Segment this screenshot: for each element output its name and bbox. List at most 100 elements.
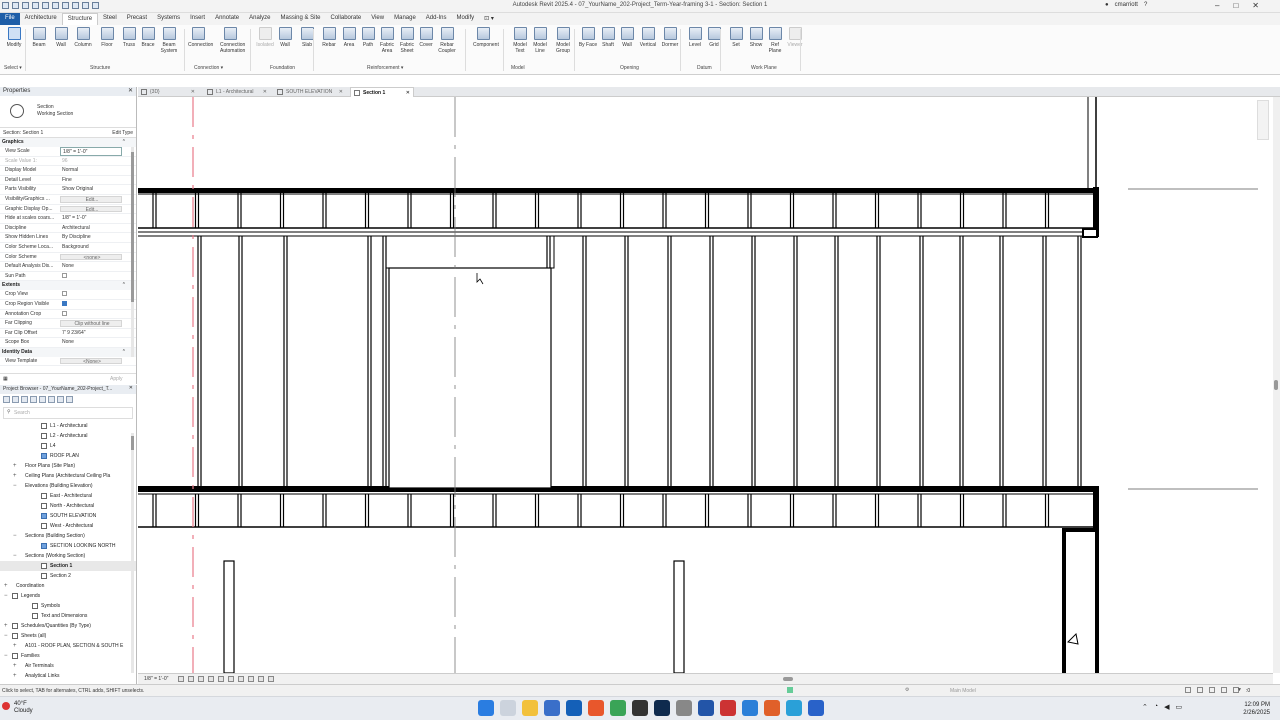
select-face-icon[interactable] (1221, 687, 1227, 693)
settings-icon[interactable] (676, 700, 692, 716)
property-value[interactable]: Fine (60, 176, 122, 185)
ribbon-tool-wall[interactable]: Wall (275, 27, 295, 48)
tab-structure[interactable]: Structure (61, 13, 99, 25)
expand-icon[interactable]: + (13, 641, 17, 651)
view-tab[interactable]: Section 1 ✕ (350, 87, 414, 97)
browser-item[interactable]: Section 2 (0, 571, 136, 581)
browser-tool-icon[interactable] (66, 396, 73, 403)
tab-file[interactable]: File (0, 13, 20, 25)
property-category[interactable]: Identity Data ⌃ (0, 347, 136, 357)
weather-widget[interactable]: 40°F Cloudy (2, 701, 33, 715)
browser-item[interactable]: L4 (0, 441, 136, 451)
property-value[interactable]: None (60, 338, 122, 347)
ribbon-tool-connection-automation[interactable]: Connection Automation (220, 27, 245, 54)
property-value[interactable]: 7' 9 23/64" (60, 329, 122, 338)
app-icon[interactable] (764, 700, 780, 716)
crop-view-icon[interactable] (218, 676, 224, 682)
ribbon-panel-label[interactable]: Select ▾ (4, 65, 22, 71)
browser-item[interactable]: + Floor Plans (Site Plan) (0, 461, 136, 471)
properties-help-icon[interactable]: ▦ (3, 376, 8, 382)
view-tab[interactable]: SOUTH ELEVATION ✕ (274, 87, 346, 97)
ribbon-tool-fabric-sheet[interactable]: Fabric Sheet (397, 27, 417, 54)
expand-icon[interactable]: + (13, 471, 17, 481)
tab-annotate[interactable]: Annotate (210, 13, 244, 25)
property-value[interactable]: <none> (60, 253, 122, 261)
volume-icon[interactable]: ◀ (1164, 703, 1169, 711)
ribbon-tool-set[interactable]: Set (726, 27, 746, 48)
ribbon-tool-viewer[interactable]: Viewer (785, 27, 805, 48)
ribbon-tool-by-face[interactable]: By Face (578, 27, 598, 48)
ribbon-tool-area[interactable]: Area (339, 27, 359, 48)
expand-icon[interactable]: + (13, 661, 17, 671)
ribbon-tool-connection[interactable]: Connection (188, 27, 213, 48)
properties-scrollbar[interactable] (131, 147, 134, 357)
view-tab[interactable]: L1 - Architectural ✕ (204, 87, 270, 97)
property-value[interactable]: <None> (60, 357, 122, 365)
browser-item[interactable]: + Analytical Links (0, 671, 136, 681)
ribbon-panel-label[interactable]: Structure (90, 65, 110, 71)
tab-massing-site[interactable]: Massing & Site (275, 13, 325, 25)
filter-icon[interactable]: ▼ (1237, 687, 1242, 693)
horizontal-scroll-thumb[interactable] (783, 677, 793, 681)
browser-item[interactable]: − Sheets (all) (0, 631, 136, 641)
chevron-up-icon[interactable]: ⌃ (1142, 703, 1148, 711)
ribbon-tool-model-line[interactable]: Model Line (530, 27, 550, 54)
window-controls[interactable]: – □ ✕ (1215, 1, 1259, 10)
browser-tool-icon[interactable] (30, 396, 37, 403)
browser-item[interactable]: West - Architectural (0, 521, 136, 531)
app-icon[interactable] (742, 700, 758, 716)
instance-filter-value[interactable]: Section: Section 1 (3, 130, 43, 136)
design-options-icon[interactable]: ⚙ (905, 687, 909, 693)
browser-icon[interactable] (588, 700, 604, 716)
browser-item[interactable]: + Ceiling Plans (Architectural Ceiling Pl… (0, 471, 136, 481)
view-tab[interactable]: {3D} ✕ (138, 87, 198, 97)
temporary-hide-icon[interactable] (238, 676, 244, 682)
browser-item[interactable]: L2 - Architectural (0, 431, 136, 441)
browser-item[interactable]: Text and Dimensions (0, 611, 136, 621)
ribbon-tool-dormer[interactable]: Dormer (660, 27, 680, 48)
navigation-bar[interactable] (1257, 100, 1269, 140)
browser-item[interactable]: Section 1 (0, 561, 136, 571)
collapse-icon[interactable]: − (13, 481, 17, 491)
browser-tool-icon[interactable] (3, 396, 10, 403)
ribbon-tool-ref-plane[interactable]: Ref Plane (765, 27, 785, 54)
browser-scrollbar[interactable] (131, 433, 134, 673)
tab-systems[interactable]: Systems (152, 13, 185, 25)
checkbox[interactable] (62, 301, 67, 307)
file-explorer-icon[interactable] (522, 700, 538, 716)
collapse-icon[interactable]: − (4, 651, 8, 661)
browser-tool-icon[interactable] (39, 396, 46, 403)
outlook-icon[interactable] (566, 700, 582, 716)
analytical-model-icon[interactable] (268, 676, 274, 682)
close-icon[interactable]: ✕ (191, 87, 195, 97)
tab-manage[interactable]: Manage (389, 13, 421, 25)
browser-item[interactable]: ROOF PLAN (0, 451, 136, 461)
worksharing-icon[interactable] (787, 687, 793, 693)
vertical-scroll-thumb[interactable] (1274, 380, 1278, 390)
select-links-icon[interactable] (1185, 687, 1191, 693)
lock-icon[interactable] (258, 676, 264, 682)
ribbon-tool-vertical[interactable]: Vertical (638, 27, 658, 48)
select-pinned-icon[interactable] (1209, 687, 1215, 693)
property-value[interactable]: By Discipline (60, 233, 122, 242)
checkbox[interactable] (62, 291, 67, 297)
ribbon-tool-model-text[interactable]: Model Text (510, 27, 530, 54)
browser-item[interactable]: − Sections (Working Section) (0, 551, 136, 561)
browser-item[interactable]: − Sections (Building Section) (0, 531, 136, 541)
browser-item[interactable]: − Legends (0, 591, 136, 601)
drawing-area[interactable] (138, 97, 1273, 673)
close-icon[interactable]: ✕ (128, 87, 133, 94)
property-value[interactable] (60, 300, 122, 309)
property-value[interactable]: Architectural (60, 224, 122, 233)
browser-tool-icon[interactable] (12, 396, 19, 403)
ribbon-tool-cover[interactable]: Cover (416, 27, 436, 48)
property-value[interactable]: Clip without line (60, 320, 122, 327)
ribbon-tool-wall[interactable]: Wall (617, 27, 637, 48)
ribbon-tool-rebar-coupler[interactable]: Rebar Coupler (437, 27, 457, 54)
browser-item[interactable]: SECTION LOOKING NORTH (0, 541, 136, 551)
section-view-drawing[interactable] (138, 97, 1273, 673)
reveal-hidden-icon[interactable] (248, 676, 254, 682)
ribbon-tool-show[interactable]: Show (746, 27, 766, 48)
view-scale-button[interactable]: 1/8" = 1'-0" (144, 676, 168, 682)
system-tray[interactable]: ⌃ ◔ ◀ ▭ (1142, 703, 1182, 711)
